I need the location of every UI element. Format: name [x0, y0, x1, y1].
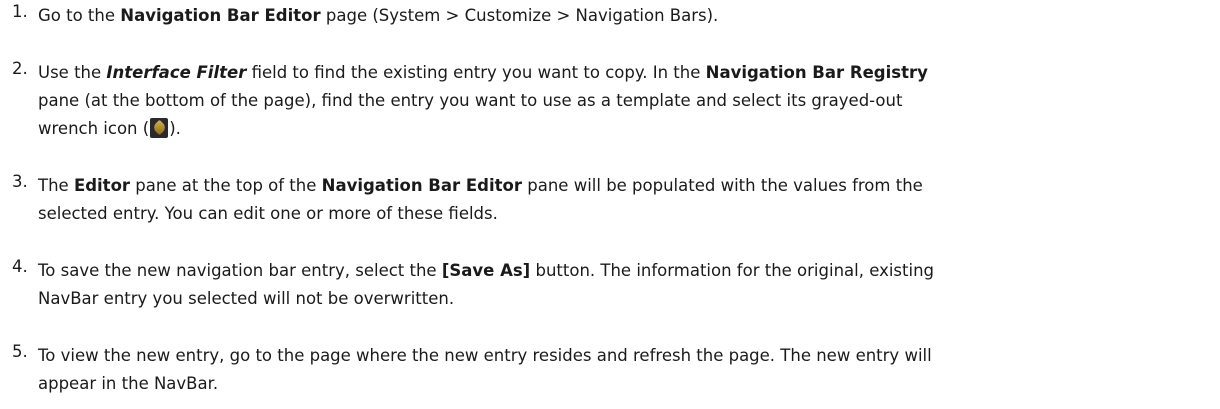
step-number: 3. — [12, 172, 28, 191]
step-number: 4. — [12, 257, 28, 276]
step-number: 1. — [12, 2, 28, 21]
step-number: 2. — [12, 59, 28, 78]
button-name: [Save As] — [441, 261, 531, 280]
step-text: To save the new navigation bar entry, se… — [38, 261, 935, 308]
page-name: Navigation Bar Editor — [120, 6, 321, 25]
step-text: To view the new entry, go to the page wh… — [38, 346, 932, 393]
pane-name: Editor — [73, 176, 131, 195]
wrench-icon — [150, 118, 169, 138]
step-text: Use the Interface Filter field to find t… — [38, 63, 928, 138]
step-text: The Editor pane at the top of the Naviga… — [38, 176, 923, 223]
step-number: 5. — [12, 342, 28, 361]
pane-name: Navigation Bar Registry — [705, 63, 928, 82]
page-name: Navigation Bar Editor — [321, 176, 523, 195]
field-name: Interface Filter — [106, 63, 247, 82]
step-text: Go to the Navigation Bar Editor page (Sy… — [38, 6, 719, 25]
